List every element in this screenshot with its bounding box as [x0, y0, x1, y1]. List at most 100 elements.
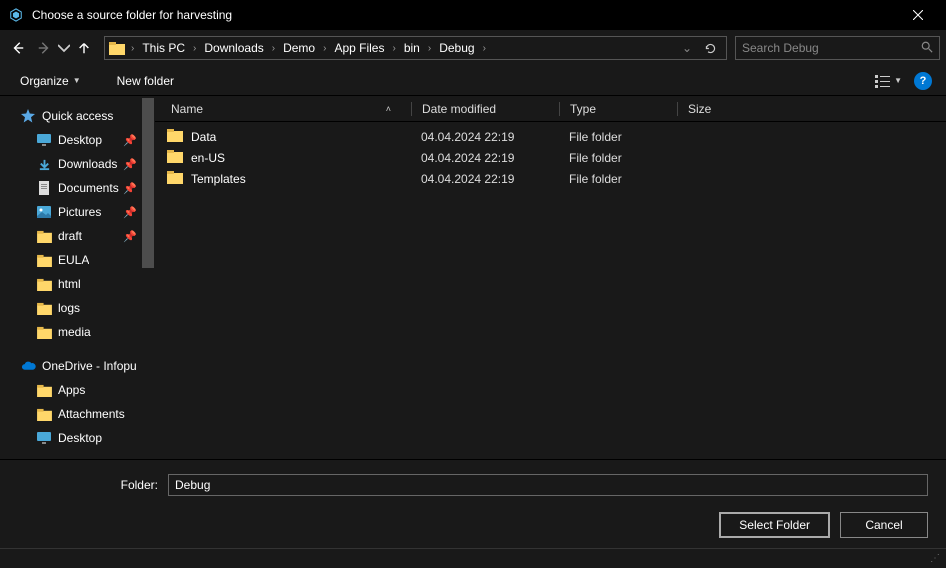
pictures-icon [36, 204, 52, 220]
folder-icon [167, 170, 183, 187]
chevron-right-icon[interactable]: › [388, 43, 399, 54]
file-row[interactable]: en-US 04.04.2024 22:19 File folder [155, 147, 946, 168]
sidebar-item-folder[interactable]: html [0, 272, 155, 296]
sidebar-item-desktop[interactable]: Desktop 📌 [0, 128, 155, 152]
file-type: File folder [559, 172, 677, 186]
folder-icon [36, 382, 52, 398]
navigation-pane: Quick access Desktop 📌 Downloads 📌 Docum… [0, 96, 155, 459]
file-type: File folder [559, 130, 677, 144]
breadcrumb-item[interactable]: Downloads [200, 41, 267, 55]
sidebar-item-folder[interactable]: Desktop [0, 426, 155, 450]
chevron-right-icon[interactable]: › [189, 43, 200, 54]
sidebar-label: OneDrive - Infopu [42, 359, 137, 373]
column-header-type[interactable]: Type [559, 102, 677, 116]
scrollbar-thumb[interactable] [142, 98, 154, 268]
sidebar-scrollbar[interactable] [141, 96, 155, 459]
sidebar-label: Downloads [58, 157, 117, 171]
file-date: 04.04.2024 22:19 [411, 130, 559, 144]
chevron-down-icon: ▼ [73, 76, 81, 85]
folder-icon [36, 324, 52, 340]
nav-bar: › This PC › Downloads › Demo › App Files… [0, 30, 946, 66]
column-header-date[interactable]: Date modified [411, 102, 559, 116]
sidebar-item-folder[interactable]: Apps [0, 378, 155, 402]
new-folder-button[interactable]: New folder [111, 70, 180, 92]
folder-icon [36, 228, 52, 244]
select-folder-button[interactable]: Select Folder [719, 512, 830, 538]
sidebar-item-folder[interactable]: logs [0, 296, 155, 320]
file-name: Templates [191, 172, 246, 186]
breadcrumb-item[interactable]: Demo [279, 41, 319, 55]
breadcrumb-dropdown-icon[interactable]: ⌄ [676, 41, 698, 55]
sidebar-label: EULA [58, 253, 89, 267]
view-options-button[interactable]: ▼ [870, 72, 906, 90]
sidebar-label: Pictures [58, 205, 101, 219]
help-button[interactable]: ? [914, 72, 932, 90]
folder-name-input[interactable] [168, 474, 928, 496]
breadcrumb-root-icon[interactable] [107, 38, 127, 58]
breadcrumb-item[interactable]: App Files [330, 41, 388, 55]
sidebar-label: media [58, 325, 91, 339]
breadcrumb-item[interactable]: bin [400, 41, 424, 55]
refresh-button[interactable] [698, 36, 722, 60]
folder-icon [36, 300, 52, 316]
downloads-icon [36, 156, 52, 172]
file-list-body: Data 04.04.2024 22:19 File folder en-US … [155, 122, 946, 459]
resize-grip-icon[interactable]: ⋰ [930, 553, 940, 564]
column-label: Size [688, 102, 711, 116]
file-list: Name ˄ Date modified Type Size Data 04.0… [155, 96, 946, 459]
organize-label: Organize [20, 74, 69, 88]
app-icon [8, 7, 24, 23]
folder-icon [36, 406, 52, 422]
status-bar: ⋰ [0, 548, 946, 568]
star-icon [20, 108, 36, 124]
folder-icon [36, 252, 52, 268]
column-headers: Name ˄ Date modified Type Size [155, 96, 946, 122]
new-folder-label: New folder [117, 74, 174, 88]
file-date: 04.04.2024 22:19 [411, 151, 559, 165]
sidebar-item-onedrive[interactable]: OneDrive - Infopu [0, 354, 155, 378]
chevron-right-icon[interactable]: › [424, 43, 435, 54]
content-area: Quick access Desktop 📌 Downloads 📌 Docum… [0, 96, 946, 459]
file-type: File folder [559, 151, 677, 165]
sidebar-item-folder[interactable]: EULA [0, 248, 155, 272]
breadcrumb-item[interactable]: Debug [435, 41, 478, 55]
breadcrumb-item[interactable]: This PC [138, 41, 189, 55]
up-button[interactable] [72, 36, 96, 60]
column-header-name[interactable]: Name ˄ [155, 102, 411, 116]
sidebar-item-draft[interactable]: draft 📌 [0, 224, 155, 248]
sidebar-item-folder[interactable]: Attachments [0, 402, 155, 426]
chevron-right-icon[interactable]: › [319, 43, 330, 54]
folder-icon [167, 149, 183, 166]
pin-icon: 📌 [123, 158, 137, 171]
folder-icon [36, 276, 52, 292]
back-button[interactable] [6, 36, 30, 60]
column-label: Type [570, 102, 596, 116]
chevron-right-icon[interactable]: › [479, 43, 490, 54]
recent-locations-button[interactable] [58, 36, 70, 60]
documents-icon [36, 180, 52, 196]
cancel-button[interactable]: Cancel [840, 512, 928, 538]
forward-button[interactable] [32, 36, 56, 60]
sidebar-item-documents[interactable]: Documents 📌 [0, 176, 155, 200]
pin-icon: 📌 [123, 206, 137, 219]
sidebar-item-pictures[interactable]: Pictures 📌 [0, 200, 155, 224]
chevron-right-icon[interactable]: › [268, 43, 279, 54]
sidebar-label: Desktop [58, 133, 102, 147]
search-box[interactable] [735, 36, 940, 60]
search-input[interactable] [742, 41, 921, 55]
breadcrumb[interactable]: › This PC › Downloads › Demo › App Files… [104, 36, 727, 60]
close-button[interactable] [898, 0, 938, 30]
sidebar-label: Desktop [58, 431, 102, 445]
search-icon[interactable] [921, 41, 933, 56]
file-row[interactable]: Data 04.04.2024 22:19 File folder [155, 126, 946, 147]
column-header-size[interactable]: Size [677, 102, 767, 116]
chevron-right-icon[interactable]: › [127, 43, 138, 54]
organize-button[interactable]: Organize ▼ [14, 70, 87, 92]
pin-icon: 📌 [123, 230, 137, 243]
sidebar-item-folder[interactable]: media [0, 320, 155, 344]
folder-field-label: Folder: [18, 478, 158, 492]
file-row[interactable]: Templates 04.04.2024 22:19 File folder [155, 168, 946, 189]
sidebar-label: draft [58, 229, 82, 243]
sidebar-item-downloads[interactable]: Downloads 📌 [0, 152, 155, 176]
sidebar-item-quick-access[interactable]: Quick access [0, 104, 155, 128]
